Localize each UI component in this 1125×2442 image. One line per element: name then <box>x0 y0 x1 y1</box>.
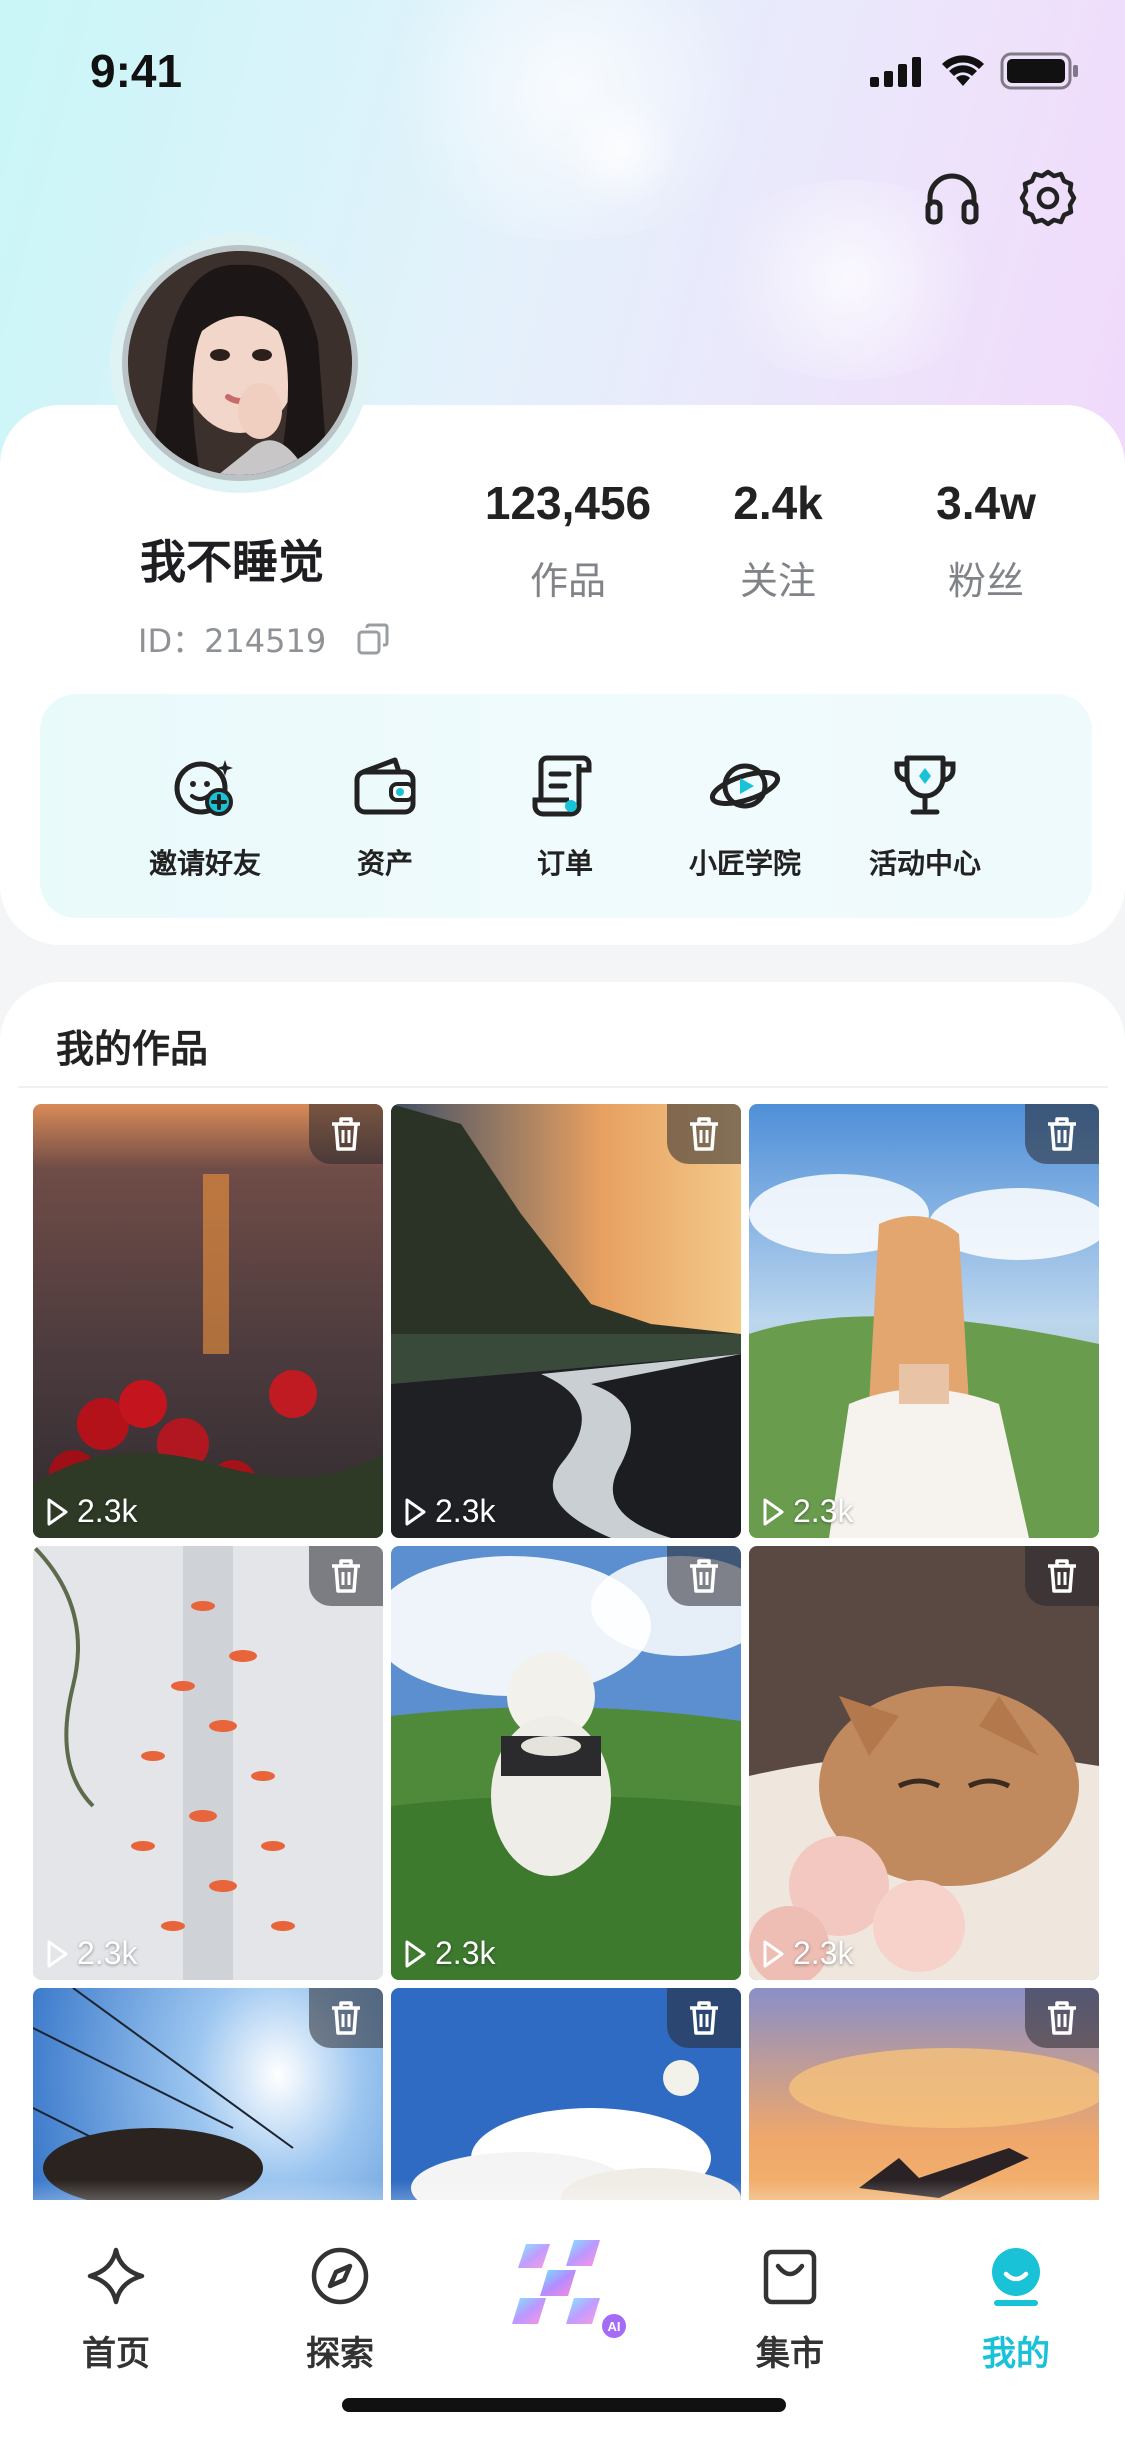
trash-icon <box>690 2001 718 2035</box>
play-count-value: 2.3k <box>793 1935 854 1971</box>
invite-friend-icon <box>174 760 233 816</box>
stat-followers[interactable]: 3.4w 粉丝 <box>876 476 1096 605</box>
quick-menu: 邀请好友 资产 订单 小匠学院 活动中心 <box>40 694 1092 918</box>
order-icon <box>532 755 592 817</box>
tab-home-label: 首页 <box>82 2334 150 2374</box>
stat-works[interactable]: 123,456 作品 <box>458 476 678 605</box>
trash-icon <box>1048 1117 1076 1151</box>
work-tile[interactable]: 2.3k <box>33 1546 383 1980</box>
home-indicator <box>342 2398 786 2412</box>
work-tile[interactable]: 2.3k <box>749 1546 1099 1980</box>
menu-academy-label: 小匠学院 <box>688 847 801 880</box>
play-icon <box>763 1498 784 1525</box>
play-count-value: 2.3k <box>77 1493 138 1529</box>
username: 我不睡觉 <box>140 535 324 589</box>
avatar-ring <box>110 233 370 493</box>
work-tile[interactable]: 2.3k <box>33 1104 383 1538</box>
smile-face-icon <box>992 2248 1040 2306</box>
tab-me[interactable]: 我的 <box>946 2244 1086 2375</box>
play-count: 2.3k <box>45 1935 137 1972</box>
academy-planet-icon <box>709 763 781 809</box>
copy-icon[interactable] <box>356 622 390 656</box>
stat-following-label: 关注 <box>739 559 816 603</box>
trophy-icon <box>894 755 956 815</box>
play-count-value: 2.3k <box>77 1935 138 1971</box>
play-icon <box>47 1498 68 1525</box>
delete-button[interactable] <box>309 1988 383 2048</box>
delete-button[interactable] <box>309 1546 383 1606</box>
play-count-value: 2.3k <box>435 1935 496 1971</box>
work-tile[interactable]: 2.3k <box>749 1104 1099 1538</box>
play-count: 2.3k <box>761 1493 853 1530</box>
trash-icon <box>690 1559 718 1593</box>
headphones-icon[interactable] <box>920 166 984 230</box>
delete-button[interactable] <box>1025 1104 1099 1164</box>
cellular-signal-icon <box>870 57 921 87</box>
user-id: ID：214519 <box>138 622 327 660</box>
ai-badge: AI <box>608 2319 621 2334</box>
trash-icon <box>690 1117 718 1151</box>
menu-academy[interactable]: 小匠学院 <box>665 750 825 882</box>
compass-icon <box>311 2247 369 2305</box>
shopping-bag-icon <box>763 2249 817 2305</box>
tab-explore-label: 探索 <box>306 2334 374 2374</box>
delete-button[interactable] <box>667 1104 741 1164</box>
play-count: 2.3k <box>403 1935 495 1972</box>
play-count-value: 2.3k <box>793 1493 854 1529</box>
delete-button[interactable] <box>1025 1546 1099 1606</box>
wallet-icon <box>354 757 416 815</box>
play-count: 2.3k <box>45 1493 137 1530</box>
avatar[interactable] <box>122 245 358 481</box>
stat-works-value: 123,456 <box>484 477 652 529</box>
status-bar: 9:41 <box>0 0 1125 140</box>
play-count: 2.3k <box>761 1935 853 1972</box>
delete-button[interactable] <box>1025 1988 1099 2048</box>
play-count: 2.3k <box>403 1493 495 1530</box>
play-icon <box>47 1940 68 1967</box>
delete-button[interactable] <box>309 1104 383 1164</box>
wifi-icon <box>942 55 984 86</box>
menu-orders-label: 订单 <box>536 847 593 880</box>
trash-icon <box>1048 2001 1076 2035</box>
menu-orders[interactable]: 订单 <box>485 750 645 882</box>
menu-invite-friends-label: 邀请好友 <box>148 847 261 880</box>
trash-icon <box>1048 1559 1076 1593</box>
delete-button[interactable] <box>667 1988 741 2048</box>
stat-followers-label: 粉丝 <box>947 559 1024 603</box>
ai-create-icon: AI <box>512 2240 626 2338</box>
settings-gear-icon[interactable] <box>1016 166 1080 230</box>
menu-assets[interactable]: 资产 <box>305 750 465 882</box>
menu-assets-label: 资产 <box>356 847 413 880</box>
stat-following[interactable]: 2.4k 关注 <box>668 476 888 605</box>
stat-following-value: 2.4k <box>733 477 823 529</box>
play-icon <box>763 1940 784 1967</box>
trash-icon <box>332 1117 360 1151</box>
stat-followers-value: 3.4w <box>936 477 1036 529</box>
tab-market[interactable]: 集市 <box>720 2244 860 2375</box>
tab-explore[interactable]: 探索 <box>270 2244 410 2375</box>
works-divider <box>18 1086 1108 1088</box>
play-icon <box>405 1940 426 1967</box>
tab-ai-create[interactable]: AI <box>492 2230 632 2340</box>
tab-me-label: 我的 <box>982 2334 1050 2374</box>
trash-icon <box>332 2001 360 2035</box>
tab-home[interactable]: 首页 <box>46 2244 186 2375</box>
delete-button[interactable] <box>667 1546 741 1606</box>
status-icons <box>870 52 1080 90</box>
sparkle-icon <box>87 2247 145 2305</box>
play-count-value: 2.3k <box>435 1493 496 1529</box>
menu-activity-center-label: 活动中心 <box>868 847 981 880</box>
play-icon <box>405 1498 426 1525</box>
works-title: 我的作品 <box>56 1027 209 1071</box>
work-tile[interactable]: 2.3k <box>391 1546 741 1980</box>
tab-market-label: 集市 <box>756 2334 824 2374</box>
work-tile[interactable]: 2.3k <box>391 1104 741 1538</box>
trash-icon <box>332 1559 360 1593</box>
user-id-row: ID：214519 <box>138 616 390 662</box>
menu-activity-center[interactable]: 活动中心 <box>845 750 1005 882</box>
status-time: 9:41 <box>90 45 183 97</box>
menu-invite-friends[interactable]: 邀请好友 <box>125 750 285 882</box>
battery-icon <box>1000 52 1078 90</box>
stat-works-label: 作品 <box>529 559 606 603</box>
